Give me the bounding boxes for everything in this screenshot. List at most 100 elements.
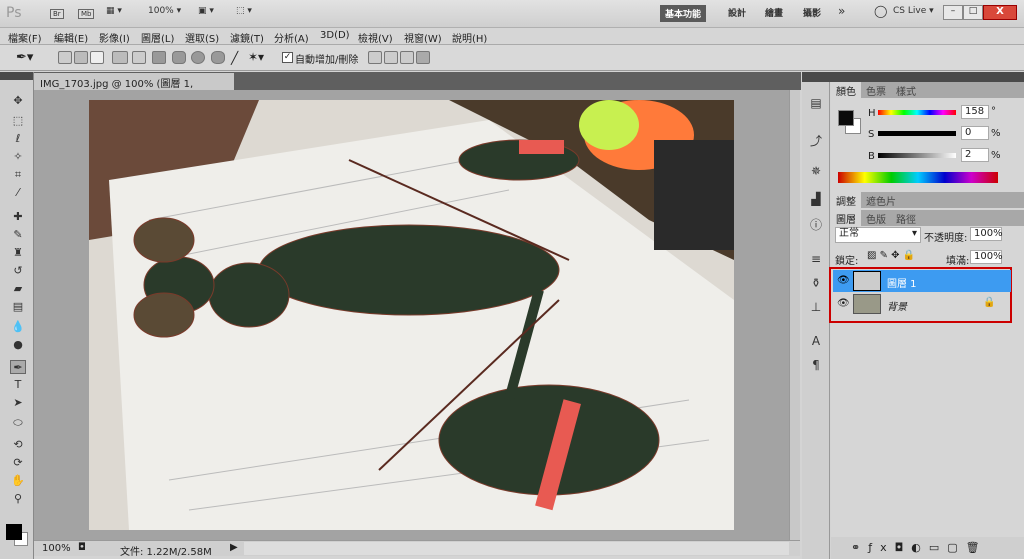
shape-layers-icon[interactable] [58, 51, 72, 64]
menu-edit[interactable]: 編輯(E) [54, 30, 88, 45]
brightness-slider[interactable] [878, 153, 956, 158]
tab-paths[interactable]: 路徑 [891, 210, 921, 226]
navigator-icon[interactable]: ✵ [808, 164, 824, 180]
tab-color[interactable]: 顏色 [831, 82, 861, 98]
clone-source-icon[interactable]: ⚱ [808, 276, 824, 292]
pen-tool-icon[interactable]: ✒ [10, 360, 26, 374]
quick-select-tool-icon[interactable]: ✧ [10, 150, 26, 164]
menu-select[interactable]: 選取(S) [185, 30, 219, 45]
layer-name[interactable]: 圖層 1 [887, 275, 917, 290]
color-spectrum[interactable] [838, 172, 998, 183]
tab-layers[interactable]: 圖層 [831, 210, 861, 226]
layers-footer-buttons[interactable]: ⚭ƒx◘◐▭▢🗑 [831, 537, 1024, 559]
fg-color-swatch[interactable] [838, 110, 854, 126]
history-icon[interactable]: ⤴ [808, 132, 824, 148]
document-tab[interactable]: IMG_1703.jpg @ 100% (圖層 1, RGB/8#) * ✕ [34, 73, 234, 101]
blur-tool-icon[interactable]: 💧 [10, 320, 26, 334]
cs-live-menu[interactable]: CS Live ▾ [893, 6, 934, 16]
visibility-eye-icon[interactable]: 👁 [837, 298, 850, 309]
combine-icon[interactable] [368, 51, 382, 64]
shape-tool-icon[interactable]: ⬭ [10, 416, 26, 430]
crop-tool-icon[interactable]: ⌗ [10, 168, 26, 182]
menu-help[interactable]: 說明(H) [452, 30, 487, 45]
tab-styles[interactable]: 樣式 [891, 82, 921, 98]
gradient-tool-icon[interactable]: ▤ [10, 300, 26, 314]
menu-3d[interactable]: 3D(D) [320, 30, 350, 41]
zoom-tool-icon[interactable]: ⚲ [10, 492, 26, 506]
saturation-slider[interactable] [878, 131, 956, 136]
rectangle-icon[interactable] [152, 51, 166, 64]
paragraph-icon[interactable]: ¶ [808, 358, 824, 374]
brightness-input[interactable]: 2 [961, 148, 989, 162]
tool-presets-icon[interactable]: ⊥ [808, 300, 824, 316]
dodge-tool-icon[interactable]: ● [10, 338, 26, 352]
blend-mode-select[interactable]: 正常 ▾ [835, 227, 921, 243]
pen-icon[interactable] [112, 51, 128, 64]
layer-row-background[interactable]: 👁 背景 🔒 [833, 293, 1011, 315]
hue-input[interactable]: 158 [961, 105, 989, 119]
minimize-button[interactable]: – [943, 5, 963, 20]
brush-presets-icon[interactable]: ≡ [808, 252, 824, 268]
intersect-icon[interactable] [400, 51, 414, 64]
auto-add-delete-checkbox[interactable]: ✓ [282, 52, 293, 63]
brush-tool-icon[interactable]: ✎ [10, 228, 26, 242]
menu-window[interactable]: 視窗(W) [404, 30, 442, 45]
history-brush-icon[interactable]: ↺ [10, 264, 26, 278]
bridge-button[interactable]: Br [50, 9, 64, 19]
3d-rotate-icon[interactable]: ⟲ [10, 438, 26, 452]
vertical-scrollbar[interactable] [789, 90, 800, 540]
tab-adjustments[interactable]: 調整 [831, 192, 861, 208]
eyedropper-tool-icon[interactable]: ⁄ [10, 186, 26, 200]
lasso-tool-icon[interactable]: ℓ [10, 132, 26, 146]
menu-layer[interactable]: 圖層(L) [141, 30, 174, 45]
marquee-tool-icon[interactable]: ⬚ [10, 114, 26, 128]
workspace-photography[interactable]: 攝影 [803, 6, 821, 19]
eraser-tool-icon[interactable]: ▰ [10, 282, 26, 296]
screen-mode-icon[interactable]: ⬚ ▾ [236, 6, 252, 16]
document-canvas[interactable] [89, 100, 734, 530]
polygon-icon[interactable] [211, 51, 225, 64]
path-select-tool-icon[interactable]: ➤ [10, 396, 26, 410]
hand-tool-icon[interactable]: ✋ [10, 474, 26, 488]
maximize-button[interactable]: □ [963, 5, 983, 20]
close-button[interactable]: X [983, 5, 1017, 20]
zoom-select[interactable]: 100% ▾ [148, 6, 181, 16]
paths-icon[interactable] [74, 51, 88, 64]
arrange-icon[interactable]: ▣ ▾ [198, 6, 214, 16]
menu-view[interactable]: 檢視(V) [358, 30, 393, 45]
freeform-pen-icon[interactable] [132, 51, 146, 64]
menu-analysis[interactable]: 分析(A) [274, 30, 309, 45]
stamp-tool-icon[interactable]: ♜ [10, 246, 26, 260]
healing-tool-icon[interactable]: ✚ [10, 210, 26, 224]
pen-tool-preset-icon[interactable]: ✒▾ [16, 50, 33, 65]
line-icon[interactable]: ╱ [231, 51, 238, 65]
tab-channels[interactable]: 色版 [861, 210, 891, 226]
menu-file[interactable]: 檔案(F) [8, 30, 42, 45]
workspace-essentials[interactable]: 基本功能 [660, 5, 707, 22]
mini-bridge-icon[interactable]: ▤ [808, 96, 824, 112]
tab-masks[interactable]: 遮色片 [861, 192, 901, 208]
subtract-icon[interactable] [384, 51, 398, 64]
fill-input[interactable]: 100% [970, 250, 1003, 264]
info-icon[interactable]: ⓘ [808, 216, 824, 232]
histogram-icon[interactable]: ▟ [808, 192, 824, 208]
workspace-design[interactable]: 設計 [728, 6, 746, 19]
exclude-icon[interactable] [416, 51, 430, 64]
character-icon[interactable]: A [808, 334, 824, 350]
workspace-painting[interactable]: 繪畫 [765, 6, 783, 19]
status-menu-arrow[interactable]: ▶ [230, 542, 238, 553]
hue-slider[interactable] [878, 110, 956, 115]
lock-icons[interactable]: ▨ ✎ ✥ 🔒 [867, 250, 915, 261]
extras-icon[interactable]: ▦ ▾ [106, 6, 122, 16]
move-tool-icon[interactable]: ✥ [10, 94, 26, 108]
layer-row-layer1[interactable]: 👁 圖層 1 [833, 270, 1011, 292]
layer-name[interactable]: 背景 [887, 298, 907, 313]
type-tool-icon[interactable]: T [10, 378, 26, 392]
menu-filter[interactable]: 濾鏡(T) [230, 30, 264, 45]
tab-swatches[interactable]: 色票 [861, 82, 891, 98]
mini-bridge-button[interactable]: Mb [78, 9, 95, 19]
custom-shape-icon[interactable]: ✶▾ [248, 50, 264, 64]
more-workspaces-button[interactable]: » [838, 4, 845, 18]
horizontal-scrollbar[interactable] [244, 542, 789, 555]
foreground-color-swatch[interactable] [6, 524, 22, 540]
